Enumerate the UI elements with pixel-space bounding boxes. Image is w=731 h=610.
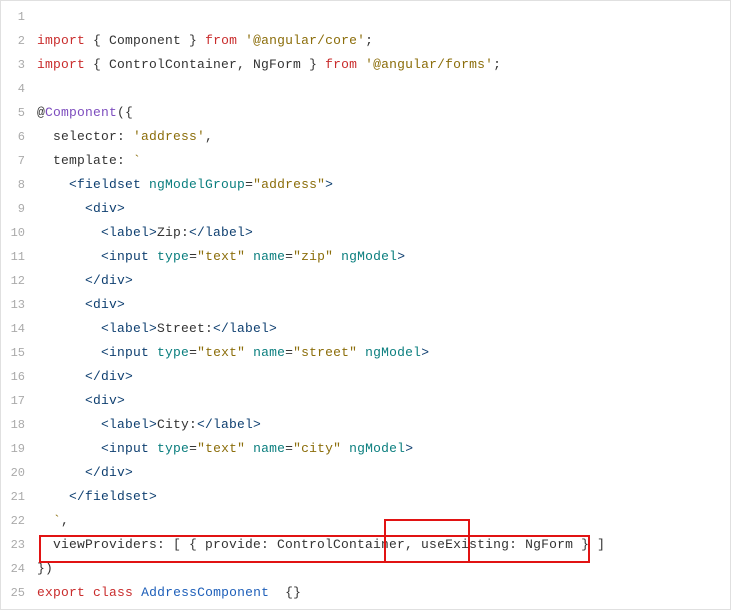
- line-number: 11: [1, 245, 37, 269]
- code-line: 18 <label>City:</label>: [1, 413, 730, 437]
- line-number: 25: [1, 581, 37, 605]
- line-number: 17: [1, 389, 37, 413]
- code-line: 19 <input type="text" name="city" ngMode…: [1, 437, 730, 461]
- code-line: 21 </fieldset>: [1, 485, 730, 509]
- line-number: 5: [1, 101, 37, 125]
- code-line: 4: [1, 77, 730, 101]
- line-number: 20: [1, 461, 37, 485]
- line-number: 13: [1, 293, 37, 317]
- code-line: 7 template: `: [1, 149, 730, 173]
- code-content: `,: [37, 509, 730, 533]
- line-number: 21: [1, 485, 37, 509]
- code-line: 6 selector: 'address',: [1, 125, 730, 149]
- code-content: <input type="text" name="street" ngModel…: [37, 341, 730, 365]
- line-number: 3: [1, 53, 37, 77]
- code-line: 17 <div>: [1, 389, 730, 413]
- code-line: 22 `,: [1, 509, 730, 533]
- line-number: 9: [1, 197, 37, 221]
- code-line: 20 </div>: [1, 461, 730, 485]
- line-number: 22: [1, 509, 37, 533]
- code-content: </div>: [37, 365, 730, 389]
- code-content: import { Component } from '@angular/core…: [37, 29, 730, 53]
- code-content: <input type="text" name="city" ngModel>: [37, 437, 730, 461]
- code-line: 23 viewProviders: [ { provide: ControlCo…: [1, 533, 730, 557]
- line-number: 4: [1, 77, 37, 101]
- code-content: template: `: [37, 149, 730, 173]
- line-number: 19: [1, 437, 37, 461]
- code-line: 9 <div>: [1, 197, 730, 221]
- code-line: 11 <input type="text" name="zip" ngModel…: [1, 245, 730, 269]
- code-content: @Component({: [37, 101, 730, 125]
- code-content: </div>: [37, 269, 730, 293]
- code-content: viewProviders: [ { provide: ControlConta…: [37, 533, 730, 557]
- code-line: 12 </div>: [1, 269, 730, 293]
- code-line: 10 <label>Zip:</label>: [1, 221, 730, 245]
- code-content: <fieldset ngModelGroup="address">: [37, 173, 730, 197]
- code-line: 3import { ControlContainer, NgForm } fro…: [1, 53, 730, 77]
- code-line: 2import { Component } from '@angular/cor…: [1, 29, 730, 53]
- code-content: <div>: [37, 197, 730, 221]
- line-number: 7: [1, 149, 37, 173]
- code-content: export class AddressComponent {}: [37, 581, 730, 605]
- code-content: <label>Zip:</label>: [37, 221, 730, 245]
- code-content: </fieldset>: [37, 485, 730, 509]
- line-number: 14: [1, 317, 37, 341]
- code-content: <label>City:</label>: [37, 413, 730, 437]
- code-content: import { ControlContainer, NgForm } from…: [37, 53, 730, 77]
- line-number: 23: [1, 533, 37, 557]
- code-line: 8 <fieldset ngModelGroup="address">: [1, 173, 730, 197]
- code-content: </div>: [37, 461, 730, 485]
- code-line: 13 <div>: [1, 293, 730, 317]
- code-line: 5@Component({: [1, 101, 730, 125]
- code-line: 25export class AddressComponent {}: [1, 581, 730, 605]
- line-number: 8: [1, 173, 37, 197]
- code-content: <input type="text" name="zip" ngModel>: [37, 245, 730, 269]
- line-number: 18: [1, 413, 37, 437]
- code-line: 1: [1, 5, 730, 29]
- line-number: 10: [1, 221, 37, 245]
- line-number: 1: [1, 5, 37, 29]
- code-content: }): [37, 557, 730, 581]
- line-number: 16: [1, 365, 37, 389]
- code-content: <label>Street:</label>: [37, 317, 730, 341]
- code-viewer: 12import { Component } from '@angular/co…: [1, 5, 730, 605]
- code-line: 16 </div>: [1, 365, 730, 389]
- code-line: 14 <label>Street:</label>: [1, 317, 730, 341]
- line-number: 24: [1, 557, 37, 581]
- line-number: 2: [1, 29, 37, 53]
- code-content: <div>: [37, 389, 730, 413]
- line-number: 15: [1, 341, 37, 365]
- code-content: selector: 'address',: [37, 125, 730, 149]
- code-line: 24}): [1, 557, 730, 581]
- code-content: <div>: [37, 293, 730, 317]
- code-line: 15 <input type="text" name="street" ngMo…: [1, 341, 730, 365]
- line-number: 12: [1, 269, 37, 293]
- line-number: 6: [1, 125, 37, 149]
